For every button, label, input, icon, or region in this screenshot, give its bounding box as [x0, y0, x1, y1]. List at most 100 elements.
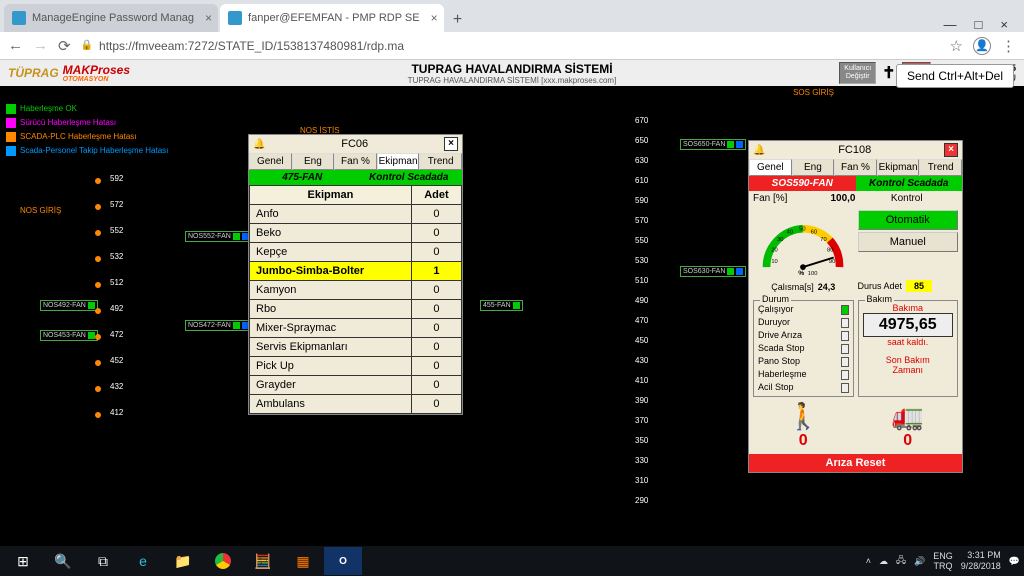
equipment-count: 0	[411, 319, 461, 338]
equipment-count: 1	[411, 262, 461, 281]
tray-date[interactable]: 9/28/2018	[961, 561, 1001, 572]
label-nos-giris: NOS GİRİŞ	[20, 206, 61, 215]
tray-sound-icon[interactable]: 🔊	[914, 556, 925, 567]
task-view-icon[interactable]: ⧉	[84, 547, 122, 575]
search-icon[interactable]: 🔍	[44, 547, 82, 575]
page-title: TUPRAG HAVALANDIRMA SİSTEMİ	[408, 62, 617, 76]
fan-name: SOS590-FAN	[749, 176, 856, 191]
brand-tuprag: TÜPRAG	[8, 66, 59, 80]
menu-icon[interactable]: ⋮	[1001, 37, 1016, 55]
tab-ekipman[interactable]: Ekipman	[877, 159, 920, 176]
svg-text:50: 50	[799, 227, 805, 233]
led-icon	[841, 344, 849, 354]
tab-fan-percent[interactable]: Fan %	[334, 153, 377, 170]
tray-kbd[interactable]: TRQ	[933, 561, 953, 571]
tab-title-2: fanper@EFEMFAN - PMP RDP SE	[248, 12, 420, 24]
tray-time[interactable]: 3:31 PM	[961, 550, 1001, 561]
browser-tab-2[interactable]: fanper@EFEMFAN - PMP RDP SE ×	[220, 4, 444, 32]
tab-title-1: ManageEngine Password Manag	[32, 12, 194, 24]
svg-text:80: 80	[827, 248, 833, 254]
tab-eng[interactable]: Eng	[792, 159, 835, 176]
outlook-icon[interactable]: O	[324, 547, 362, 575]
tray-lang[interactable]: ENG	[933, 551, 953, 561]
close-icon[interactable]: ×	[431, 11, 438, 25]
svg-text:70: 70	[821, 237, 827, 243]
start-button[interactable]: ⊞	[4, 547, 42, 575]
tab-genel[interactable]: Genel	[249, 153, 292, 170]
led-icon	[841, 383, 849, 393]
close-icon[interactable]: ×	[444, 137, 458, 151]
close-window-icon[interactable]: ×	[1000, 17, 1008, 32]
svg-text:%: %	[798, 270, 804, 277]
equipment-count: 0	[411, 376, 461, 395]
equipment-name: Jumbo-Simba-Bolter	[250, 262, 412, 281]
equipment-name: Kepçe	[250, 243, 412, 262]
fan-node[interactable]: 455-FAN	[480, 300, 523, 311]
truck-count: 0	[858, 432, 959, 450]
fan-node[interactable]: NOS492-FAN	[40, 300, 98, 311]
equipment-count: 0	[411, 243, 461, 262]
url-text: https://fmveeam:7272/STATE_ID/1538137480…	[99, 39, 404, 53]
tab-eng[interactable]: Eng	[292, 153, 335, 170]
profile-icon[interactable]: 👤	[973, 37, 991, 55]
fan-percent-value: 100,0	[830, 193, 855, 204]
send-ctrl-alt-del-button[interactable]: Send Ctrl+Alt+Del	[896, 64, 1014, 88]
led-icon	[841, 305, 849, 315]
equipment-name: Ambulans	[250, 395, 412, 414]
equipment-count: 0	[411, 224, 461, 243]
tray-cloud-icon[interactable]: ☁	[879, 556, 888, 567]
ariza-reset-button[interactable]: Arıza Reset	[749, 454, 962, 472]
reload-icon[interactable]: ⟳	[58, 37, 71, 55]
svg-text:30: 30	[777, 237, 783, 243]
explorer-icon[interactable]: 📁	[164, 547, 202, 575]
minimize-icon[interactable]: —	[944, 17, 957, 32]
tab-fan-percent[interactable]: Fan %	[834, 159, 877, 176]
app-icon[interactable]: ▦	[284, 547, 322, 575]
tray-notif-icon[interactable]: 💬	[1009, 556, 1020, 567]
panel-fc06: 🔔 FC06 × Genel Eng Fan % Ekipman Trend 4…	[248, 134, 463, 415]
tab-trend[interactable]: Trend	[919, 159, 962, 176]
address-bar[interactable]: 🔒 https://fmveeam:7272/STATE_ID/15381374…	[81, 39, 940, 53]
svg-text:100: 100	[808, 271, 818, 277]
fan-node[interactable]: NOS552-FAN	[185, 231, 252, 242]
brand-makproses: MAKProses OTOMASYON	[63, 63, 130, 83]
panel-title: FC108	[765, 144, 944, 156]
tab-genel[interactable]: Genel	[749, 159, 792, 176]
equipment-count: 0	[411, 357, 461, 376]
fan-node[interactable]: NOS453-FAN	[40, 330, 98, 341]
chrome-icon[interactable]	[204, 547, 242, 575]
app-header: TÜPRAG MAKProses OTOMASYON TUPRAG HAVALA…	[0, 60, 1024, 86]
lock-icon: 🔒	[81, 40, 93, 51]
tab-ekipman[interactable]: Ekipman	[377, 153, 420, 170]
user-change-button[interactable]: KullanıcıDeğiştir	[839, 62, 876, 84]
close-icon[interactable]: ×	[944, 143, 958, 157]
star-icon[interactable]: ☆	[950, 37, 963, 55]
fan-node[interactable]: SOS630-FAN	[680, 266, 746, 277]
person-count: 0	[753, 432, 854, 450]
maximize-icon[interactable]: □	[975, 17, 983, 32]
fan-node[interactable]: SOS650-FAN	[680, 139, 746, 150]
browser-tab-strip: ManageEngine Password Manag × fanper@EFE…	[0, 0, 1024, 32]
tray-network-icon[interactable]: 🖧	[896, 553, 906, 569]
equipment-count: 0	[411, 338, 461, 357]
tab-favicon-1	[12, 11, 26, 25]
equipment-name: Servis Ekipmanları	[250, 338, 412, 357]
fan-node[interactable]: NOS472-FAN	[185, 320, 252, 331]
svg-text:90: 90	[829, 259, 835, 265]
equipment-name: Pick Up	[250, 357, 412, 376]
fan-name: 475-FAN	[249, 170, 356, 185]
close-icon[interactable]: ×	[205, 11, 212, 25]
forward-icon[interactable]: →	[33, 37, 48, 54]
ie-icon[interactable]: e	[124, 547, 162, 575]
new-tab-button[interactable]: +	[446, 8, 470, 32]
browser-tab-1[interactable]: ManageEngine Password Manag ×	[4, 4, 218, 32]
tray-up-icon[interactable]: ˄	[866, 556, 871, 566]
led-icon	[841, 318, 849, 328]
manuel-button[interactable]: Manuel	[858, 232, 959, 252]
calc-icon[interactable]: 🧮	[244, 547, 282, 575]
truck-icon: 🚛	[858, 401, 959, 432]
tab-trend[interactable]: Trend	[419, 153, 462, 170]
auto-button[interactable]: Otomatik	[858, 210, 959, 230]
svg-text:60: 60	[811, 229, 817, 235]
back-icon[interactable]: ←	[8, 37, 23, 54]
